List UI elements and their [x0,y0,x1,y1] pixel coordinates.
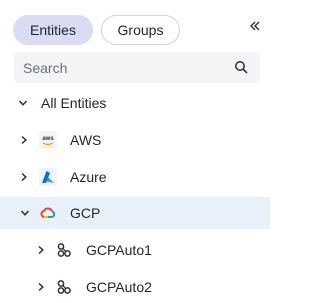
double-chevron-left-icon [250,21,260,31]
group-nodes-icon [55,278,73,296]
search-icon[interactable] [234,60,248,74]
tree-item-label: AWS [70,132,102,148]
tab-bar: Entities Groups [13,15,180,45]
tree-item-all-entities[interactable]: All Entities [0,87,270,119]
svg-text:aws: aws [42,136,54,142]
group-nodes-icon [55,241,73,259]
tree-item-label: GCPAuto2 [86,279,152,295]
tree-item-gcpauto2[interactable]: GCPAuto2 [0,271,270,303]
chevron-right-icon[interactable] [18,171,30,183]
collapse-panel-button[interactable] [244,15,266,37]
tree-item-azure[interactable]: Azure [0,161,270,193]
tree-item-label: All Entities [41,95,107,111]
chevron-right-icon[interactable] [18,134,30,146]
tree-item-label: GCP [70,205,101,221]
tree-item-label: GCPAuto1 [86,242,152,258]
tree-item-label: Azure [70,169,107,185]
tree-item-gcp[interactable]: GCP [0,197,270,229]
search-input[interactable] [14,52,224,83]
tab-entities[interactable]: Entities [13,15,93,45]
tab-groups[interactable]: Groups [101,15,180,45]
azure-logo-icon [39,168,57,186]
tree-item-gcpauto1[interactable]: GCPAuto1 [0,234,270,266]
search-box [14,52,260,83]
aws-logo-icon: aws [39,131,57,149]
chevron-right-icon[interactable] [35,281,47,293]
chevron-down-icon[interactable] [19,207,31,219]
tree-item-aws[interactable]: aws AWS [0,124,270,156]
chevron-right-icon[interactable] [35,244,47,256]
entity-navigator-panel: Entities Groups All Entities aws [0,0,280,302]
gcp-logo-icon [39,204,57,222]
chevron-down-icon[interactable] [17,97,29,109]
